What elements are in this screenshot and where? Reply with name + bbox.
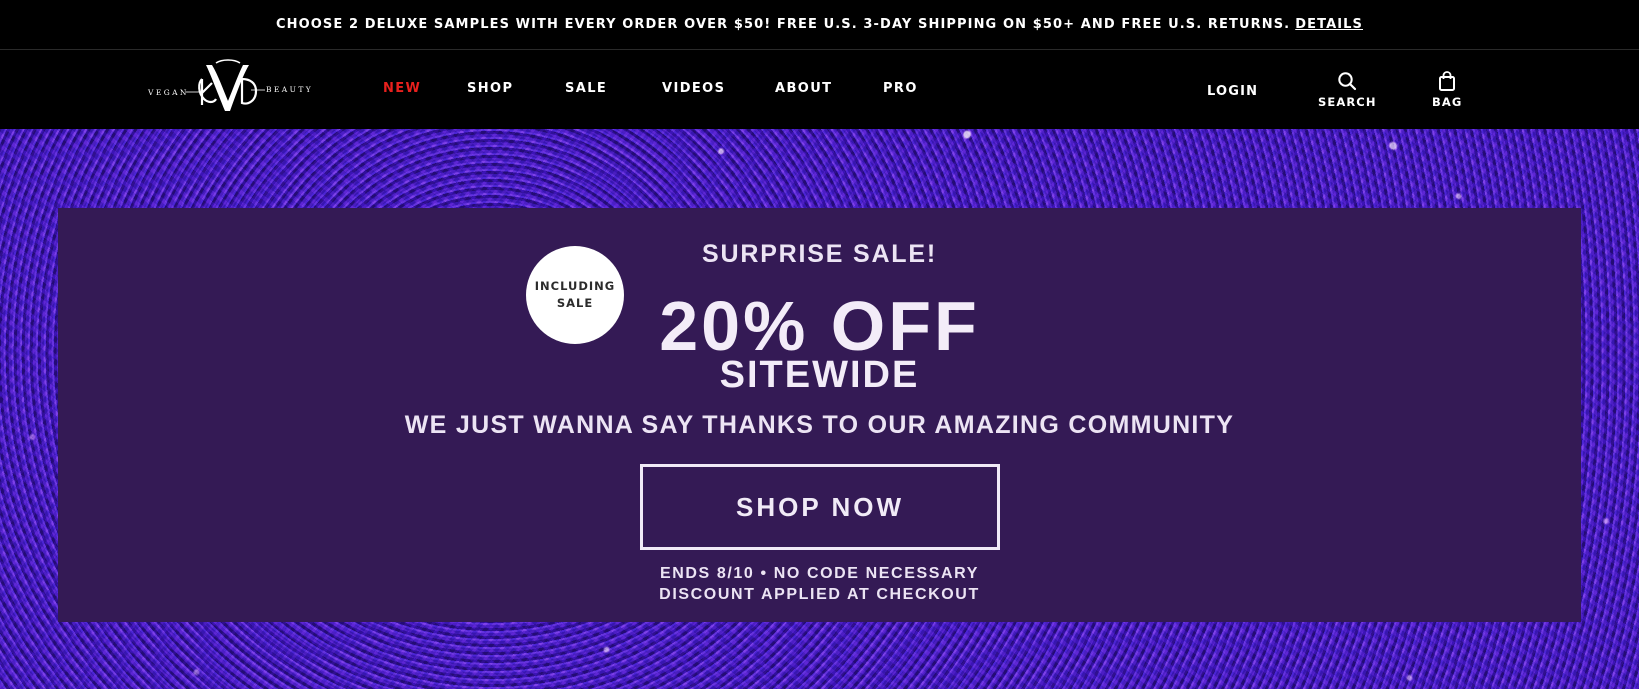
hero-banner: INCLUDING SALE SURPRISE SALE! 20% OFF SI…	[0, 129, 1639, 689]
promo-text: CHOOSE 2 DELUXE SAMPLES WITH EVERY ORDER…	[275, 17, 1291, 32]
shop-now-button[interactable]: SHOP NOW	[640, 464, 1000, 550]
nav-about[interactable]: ABOUT	[775, 81, 832, 96]
promo-panel: INCLUDING SALE SURPRISE SALE! 20% OFF SI…	[58, 208, 1581, 622]
fine-print-line-1: ENDS 8/10 • NO CODE NECESSARY	[659, 565, 980, 582]
brand-logo[interactable]: VEGAN BEAUTY	[146, 59, 321, 117]
bag-icon	[1439, 71, 1456, 91]
hero-fine-print: ENDS 8/10 • NO CODE NECESSARY DISCOUNT A…	[58, 563, 1581, 605]
bag-label: BAG	[1432, 95, 1463, 109]
nav-videos[interactable]: VIDEOS	[662, 81, 725, 96]
logo-right-text: BEAUTY	[266, 85, 313, 94]
nav-pro[interactable]: PRO	[883, 81, 918, 96]
fine-print-line-2: DISCOUNT APPLIED AT CHECKOUT	[659, 586, 980, 603]
bag-button[interactable]: BAG	[1432, 71, 1462, 109]
promo-bar: CHOOSE 2 DELUXE SAMPLES WITH EVERY ORDER…	[0, 0, 1639, 50]
search-button[interactable]: SEARCH	[1318, 71, 1377, 109]
logo-left-text: VEGAN	[147, 88, 189, 97]
hero-subheadline: SITEWIDE	[719, 354, 920, 396]
nav-new[interactable]: NEW	[383, 81, 421, 96]
search-label: SEARCH	[1318, 95, 1377, 109]
login-link[interactable]: LOGIN	[1207, 84, 1258, 99]
hero-eyebrow: SURPRISE SALE!	[702, 240, 937, 268]
kvd-logo-icon: VEGAN BEAUTY	[147, 59, 313, 111]
promo-details-link[interactable]: DETAILS	[1295, 17, 1363, 32]
nav-shop[interactable]: SHOP	[467, 81, 513, 96]
site-header: VEGAN BEAUTY NEW SHOP SALE VIDEOS ABOUT …	[0, 51, 1639, 129]
search-icon	[1338, 72, 1357, 91]
hero-tagline: WE JUST WANNA SAY THANKS TO OUR AMAZING …	[404, 411, 1235, 439]
nav-sale[interactable]: SALE	[565, 81, 607, 96]
